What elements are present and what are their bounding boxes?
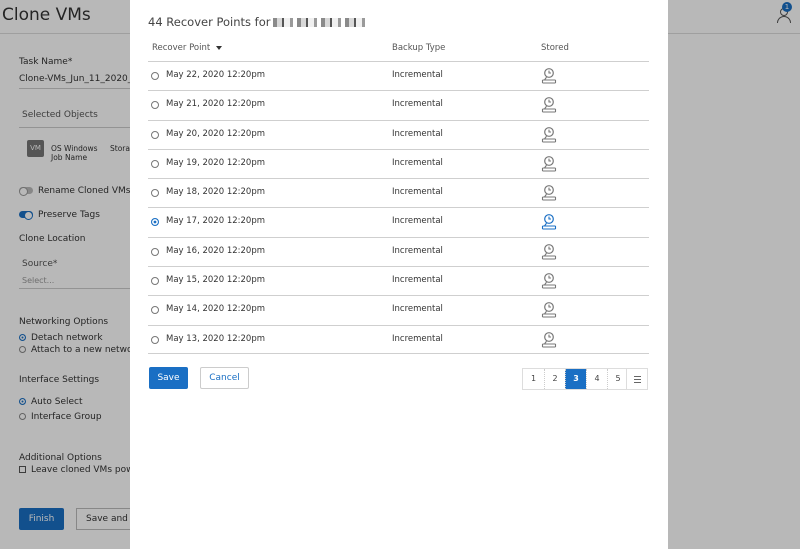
recover-points-table: May 22, 2020 12:20pm Incremental May 21, 2…	[148, 61, 649, 354]
table-row[interactable]: May 14, 2020 12:20pm Incremental	[148, 295, 649, 324]
recover-point-date: May 15, 2020 12:20pm	[166, 275, 265, 286]
backup-type: Incremental	[392, 99, 443, 110]
table-row[interactable]: May 18, 2020 12:20pm Incremental	[148, 178, 649, 207]
stored-location-icon	[541, 213, 557, 231]
table-row[interactable]: May 22, 2020 12:20pm Incremental	[148, 61, 649, 90]
pagination: 12345	[522, 368, 629, 390]
recover-point-radio[interactable]	[151, 218, 159, 227]
redacted-vm-name	[273, 18, 366, 27]
stored-location-icon	[541, 155, 557, 172]
table-row[interactable]: May 16, 2020 12:20pm Incremental	[148, 236, 649, 266]
page-size-menu-icon[interactable]	[626, 368, 648, 390]
recover-point-radio[interactable]	[151, 130, 159, 139]
recover-point-date: May 18, 2020 12:20pm	[166, 187, 265, 198]
recover-point-radio[interactable]	[151, 101, 159, 110]
backup-type: Incremental	[392, 245, 443, 256]
recover-point-date: May 22, 2020 12:20pm	[166, 70, 265, 80]
stored-location-icon	[541, 184, 557, 201]
column-header-recover-point[interactable]: Recover Point	[152, 43, 223, 53]
column-header-backup-type: Backup Type	[392, 43, 446, 53]
table-row[interactable]: May 13, 2020 12:20pm Incremental	[148, 324, 649, 354]
backup-type: Incremental	[392, 128, 443, 139]
table-row[interactable]: May 15, 2020 12:20pm Incremental	[148, 266, 649, 295]
recover-point-date: May 21, 2020 12:20pm	[166, 99, 265, 110]
recover-point-date: May 14, 2020 12:20pm	[166, 304, 265, 315]
table-row[interactable]: May 20, 2020 12:20pm Incremental	[148, 119, 649, 149]
modal-title: 44 Recover Points for	[148, 15, 366, 29]
recover-point-date: May 16, 2020 12:20pm	[166, 245, 265, 256]
backup-type: Incremental	[392, 216, 443, 227]
page-4-button[interactable]: 4	[586, 369, 607, 389]
stored-location-icon	[541, 126, 557, 143]
recover-point-radio[interactable]	[151, 277, 159, 286]
backup-type: Incremental	[392, 157, 443, 168]
recover-point-date: May 17, 2020 12:20pm	[166, 216, 265, 227]
table-row[interactable]: May 19, 2020 12:20pm Incremental	[148, 148, 649, 178]
backup-type: Incremental	[392, 275, 443, 286]
page-1-button[interactable]: 1	[523, 369, 544, 389]
stored-location-icon	[541, 331, 557, 348]
page-2-button[interactable]: 2	[544, 369, 565, 389]
recover-point-radio[interactable]	[151, 335, 159, 344]
backup-type: Incremental	[392, 304, 443, 315]
recover-point-date: May 19, 2020 12:20pm	[166, 157, 265, 168]
recover-point-radio[interactable]	[151, 72, 159, 80]
column-header-stored: Stored	[541, 43, 569, 53]
backup-type: Incremental	[392, 333, 443, 344]
stored-location-icon	[541, 67, 557, 84]
stored-location-icon	[541, 96, 557, 113]
table-row[interactable]: May 17, 2020 12:20pm Incremental	[148, 207, 649, 236]
recover-point-date: May 20, 2020 12:20pm	[166, 128, 265, 139]
stored-location-icon	[541, 272, 557, 289]
recover-point-radio[interactable]	[151, 189, 159, 198]
backup-type: Incremental	[392, 70, 443, 80]
recover-point-radio[interactable]	[151, 159, 159, 168]
save-button[interactable]: Save	[149, 367, 188, 389]
cancel-button[interactable]: Cancel	[200, 367, 249, 389]
recover-points-modal: 44 Recover Points for Recover Point Back…	[130, 0, 668, 549]
recover-point-radio[interactable]	[151, 306, 159, 315]
page-3-button[interactable]: 3	[565, 369, 586, 389]
table-row[interactable]: May 21, 2020 12:20pm Incremental	[148, 90, 649, 119]
recover-point-date: May 13, 2020 12:20pm	[166, 333, 265, 344]
sort-descending-icon	[216, 45, 223, 50]
recover-point-radio[interactable]	[151, 247, 159, 256]
backup-type: Incremental	[392, 187, 443, 198]
stored-location-icon	[541, 301, 557, 318]
stored-location-icon	[541, 243, 557, 260]
page-5-button[interactable]: 5	[607, 369, 628, 389]
